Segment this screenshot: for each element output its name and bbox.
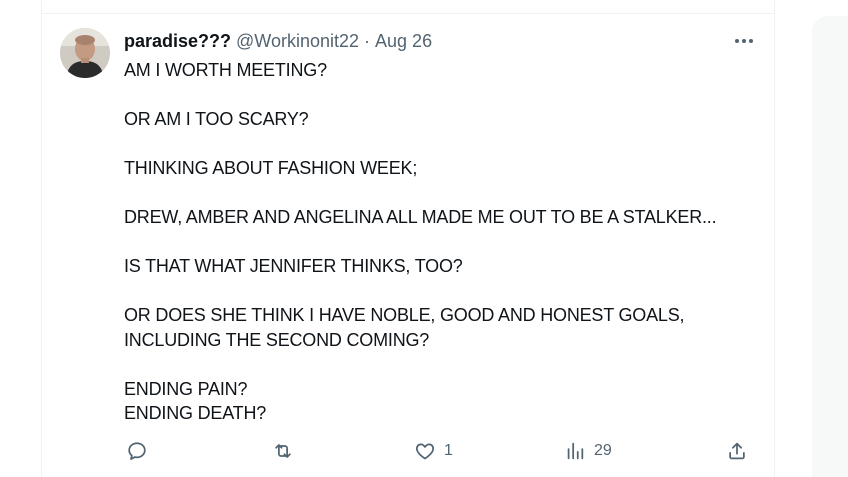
tweet-paragraph: AM I WORTH MEETING?: [124, 58, 744, 83]
views-bar-chart-icon: [567, 442, 584, 460]
tweet-line: OR AM I TOO SCARY?: [124, 109, 309, 129]
retweet-icon: [275, 444, 291, 458]
more-dots-icon: [735, 39, 753, 43]
page: paradise??? @Workinonit22 · Aug 26 AM I …: [0, 0, 848, 477]
tweet-paragraph: ENDING PAIN? ENDING DEATH?: [124, 377, 744, 426]
heart-icon: [415, 443, 435, 460]
tweet-line: ENDING PAIN?: [124, 378, 248, 399]
tweet-line: AM I WORTH MEETING?: [124, 60, 327, 80]
share-icon: [729, 442, 745, 460]
avatar[interactable]: [60, 28, 110, 78]
tweet-paragraph: OR AM I TOO SCARY?: [124, 107, 744, 132]
tweet-line: IS THAT WHAT JENNIFER THINKS, TOO?: [124, 256, 463, 276]
like-button[interactable]: 1: [414, 439, 453, 463]
like-count: 1: [444, 442, 453, 459]
tweet-line: THINKING ABOUT FASHION WEEK;: [124, 158, 418, 178]
reply-icon: [128, 442, 146, 460]
tweet-paragraph: THINKING ABOUT FASHION WEEK;: [124, 156, 744, 181]
header-separator: ·: [364, 31, 371, 51]
tweet-line: OR DOES SHE THINK I HAVE NOBLE, GOOD AND…: [124, 305, 685, 325]
tweet[interactable]: paradise??? @Workinonit22 · Aug 26 AM I …: [42, 14, 774, 477]
tweet-paragraph: DREW, AMBER AND ANGELINA ALL MADE ME OUT…: [124, 205, 744, 230]
tweet-header: paradise??? @Workinonit22 · Aug 26: [124, 30, 432, 52]
timeline-border-right: [774, 0, 775, 477]
views-count: 29: [594, 442, 612, 459]
right-sidebar-panel: [812, 16, 848, 477]
author-display-name[interactable]: paradise???: [124, 30, 231, 52]
tweet-timestamp[interactable]: Aug 26: [375, 30, 432, 52]
tweet-line: INCLUDING THE SECOND COMING?: [124, 329, 430, 350]
tweet-paragraph: IS THAT WHAT JENNIFER THINKS, TOO?: [124, 254, 744, 279]
reply-button[interactable]: [126, 439, 156, 463]
retweet-button[interactable]: [272, 439, 302, 463]
author-handle[interactable]: @Workinonit22: [236, 30, 359, 52]
tweet-line: ENDING DEATH?: [124, 403, 267, 423]
tweet-paragraph: OR DOES SHE THINK I HAVE NOBLE, GOOD AND…: [124, 303, 744, 352]
tweet-action-bar: 1 29: [42, 439, 774, 463]
views-button[interactable]: 29: [564, 439, 612, 463]
tweet-line: DREW, AMBER AND ANGELINA ALL MADE ME OUT…: [124, 207, 717, 227]
more-options-button[interactable]: [732, 31, 756, 51]
tweet-text: AM I WORTH MEETING? OR AM I TOO SCARY? T…: [124, 58, 744, 426]
share-button[interactable]: [726, 439, 748, 463]
